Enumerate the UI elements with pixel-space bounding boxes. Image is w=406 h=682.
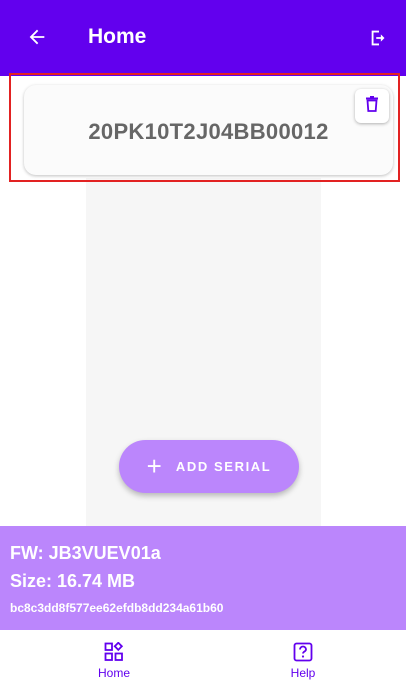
nav-item-home[interactable]: Home [54,630,174,682]
help-icon [293,642,313,662]
add-serial-label: ADD SERIAL [175,459,272,474]
nav-label-help: Help [290,666,316,680]
nav-label-home: Home [97,666,130,680]
plus-icon: + [146,450,162,481]
bottom-navigation: Home Help [0,630,406,682]
app-bar: Home [0,0,406,76]
nav-item-help[interactable]: Help [243,630,363,682]
arrow-left-icon[interactable] [22,22,52,52]
page-title: Home [88,25,147,48]
firmware-version: FW: JB3VUEV01a [10,543,161,563]
firmware-size: Size: 16.74 MB [10,571,136,591]
app-screen: Home 20PK10T2J04BB00012 + ADD SERIAL FW:… [0,0,406,682]
firmware-hash: bc8c3dd8f577ee62efdb8dd234a61b60 [10,601,224,615]
firmware-info-panel: FW: JB3VUEV01a Size: 16.74 MB bc8c3dd8f5… [0,526,406,630]
home-dashboard-icon [104,641,124,662]
add-serial-button[interactable]: + ADD SERIAL [119,440,299,493]
logout-icon[interactable] [364,23,394,53]
selection-highlight [9,73,400,182]
